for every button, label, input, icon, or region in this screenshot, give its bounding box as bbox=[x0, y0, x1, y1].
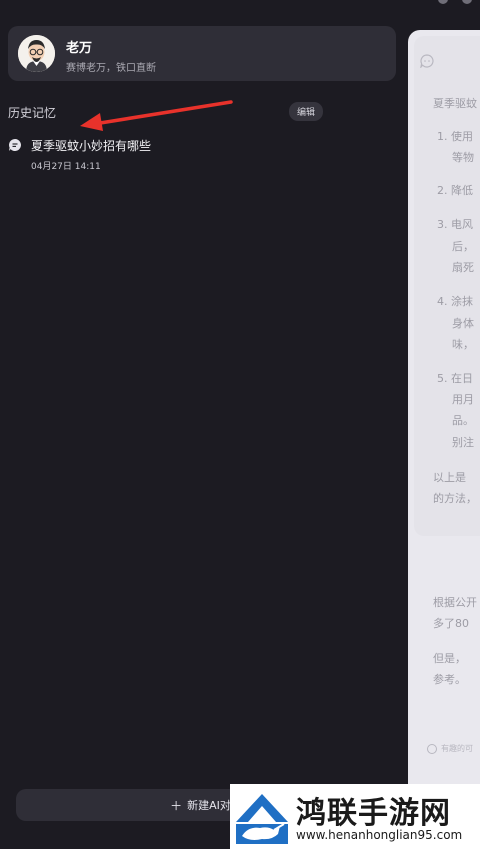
ai-chat-icon bbox=[420, 54, 434, 68]
red-arrow-annotation-icon bbox=[80, 100, 233, 131]
chat-text-line: 2. 降低 bbox=[437, 184, 473, 197]
profile-name: 老万 bbox=[66, 41, 93, 56]
avatar bbox=[18, 35, 55, 72]
chat-text-line: 味， bbox=[452, 338, 474, 351]
profile-card[interactable]: 老万 赛博老万，铁口直断 bbox=[8, 26, 396, 81]
watermark-title: 鸿联手游网 bbox=[296, 796, 451, 831]
profile-subtitle: 赛博老万，铁口直断 bbox=[66, 63, 156, 74]
chat-text-line: 以上是 bbox=[433, 471, 466, 484]
chat-text-line: 4. 涂抹 bbox=[437, 295, 473, 308]
chat-panel[interactable]: 夏季驱蚊 1. 使用 等物 2. 降低 3. 电风 后， 扇死 4. 涂抹 身体… bbox=[408, 30, 480, 830]
history-list-item[interactable]: 夏季驱蚊小妙招有哪些 04月27日 14:11 bbox=[8, 133, 308, 177]
chat-text-line: 别注 bbox=[452, 436, 474, 449]
watermark-banner: 鸿联手游网 www.henanhonglian95.com bbox=[230, 784, 480, 849]
chat-text-line: 的方法， bbox=[433, 492, 477, 505]
ai-message-bubble bbox=[414, 36, 480, 536]
avatar-cartoon-icon bbox=[18, 35, 55, 72]
chat-text-line: 但是， bbox=[433, 652, 466, 665]
chat-text-line: 1. 使用 bbox=[437, 130, 473, 143]
chat-text-line: 品。 bbox=[452, 414, 474, 427]
chat-text-line: 后， bbox=[452, 240, 474, 253]
chat-text-line: 扇死 bbox=[452, 261, 474, 274]
chat-text-line: 参考。 bbox=[433, 673, 466, 686]
history-item-time: 04月27日 14:11 bbox=[31, 162, 101, 172]
chat-text-line: 多了80 bbox=[433, 617, 469, 630]
chat-bubble-icon bbox=[9, 139, 21, 151]
chat-text-line: 5. 在日 bbox=[437, 372, 473, 385]
history-drawer: 老万 赛博老万，铁口直断 历史记忆 编辑 夏季驱蚊小妙招有哪些 04月27日 1… bbox=[0, 0, 472, 849]
watermark-url: www.henanhonglian95.com bbox=[296, 828, 463, 842]
bull-logo-icon bbox=[236, 794, 288, 844]
status-indicator-icon bbox=[438, 0, 448, 4]
chat-disclaimer: 有趣的可 bbox=[441, 744, 473, 753]
history-item-title: 夏季驱蚊小妙招有哪些 bbox=[31, 139, 152, 153]
info-icon bbox=[427, 744, 437, 754]
chat-text-line: 夏季驱蚊 bbox=[433, 97, 477, 110]
plus-icon: ＋ bbox=[170, 798, 183, 813]
edit-button[interactable]: 编辑 bbox=[289, 102, 323, 121]
history-section-title: 历史记忆 bbox=[8, 106, 57, 120]
chat-text-line: 等物 bbox=[452, 151, 474, 164]
chat-text-line: 根据公开 bbox=[433, 596, 477, 609]
status-indicator-icon bbox=[462, 0, 472, 4]
chat-text-line: 身体 bbox=[452, 317, 474, 330]
chat-text-line: 用月 bbox=[452, 393, 474, 406]
chat-text-line: 3. 电风 bbox=[437, 218, 473, 231]
